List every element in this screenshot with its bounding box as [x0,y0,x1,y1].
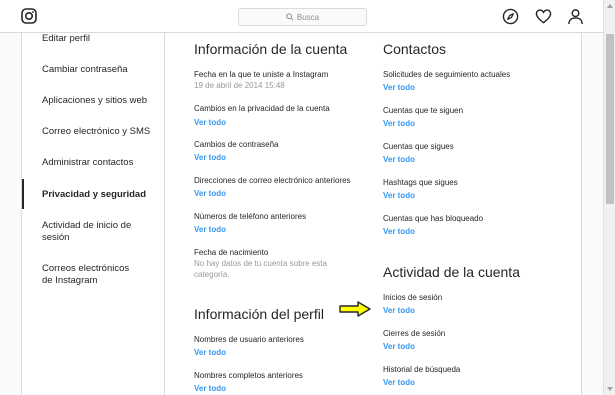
heart-icon[interactable] [535,8,552,25]
following-label: Cuentas que sigues [383,142,454,151]
previous-emails-view-all-link[interactable]: Ver todo [194,189,226,199]
following-view-all-link[interactable]: Ver todo [383,155,415,165]
birthdate-no-data-note-line2: categoría. [194,270,230,279]
yellow-pointer-arrow-icon [339,301,371,317]
top-navigation-bar: Busca [0,0,603,33]
sidebar-item-login-activity[interactable]: Actividad de inicio de sesión [22,220,142,244]
previous-usernames-view-all-link[interactable]: Ver todo [194,348,226,358]
search-input[interactable]: Busca [238,8,367,26]
scroll-down-arrow-icon[interactable] [607,387,613,391]
logins-view-all-link[interactable]: Ver todo [383,306,415,316]
contacts-title: Contactos [383,41,447,57]
logouts-view-all-link[interactable]: Ver todo [383,342,415,352]
followers-view-all-link[interactable]: Ver todo [383,119,415,129]
scrollbar-thumb[interactable] [606,34,614,204]
previous-emails-label: Direcciones de correo electrónico anteri… [194,176,351,185]
sidebar-item-change-password[interactable]: Cambiar contraseña [22,64,164,76]
sidebar-item-apps-websites[interactable]: Aplicaciones y sitios web [22,95,164,107]
search-placeholder: Busca [296,12,320,22]
join-date-value: 19 de abril de 2014 15:48 [194,81,285,90]
profile-icon[interactable] [567,8,584,25]
explore-compass-icon[interactable] [502,8,519,25]
previous-usernames-label: Nombres de usuario anteriores [194,335,304,344]
account-info-title: Información de la cuenta [194,41,348,57]
instagram-logo-icon[interactable] [21,8,37,24]
privacy-changes-view-all-link[interactable]: Ver todo [194,118,226,128]
hashtags-view-all-link[interactable]: Ver todo [383,191,415,201]
search-icon [286,13,294,21]
search-history-view-all-link[interactable]: Ver todo [383,378,415,388]
previous-fullnames-view-all-link[interactable]: Ver todo [194,384,226,394]
privacy-changes-label: Cambios en la privacidad de la cuenta [194,104,330,113]
scroll-up-arrow-icon[interactable] [607,4,613,8]
follow-requests-label: Solicitudes de seguimiento actuales [383,70,511,79]
settings-card: Editar perfil Cambiar contraseña Aplicac… [21,33,582,395]
blocked-accounts-label: Cuentas que has bloqueado [383,214,484,223]
profile-info-title: Información del perfil [194,306,324,322]
previous-phones-label: Números de teléfono anteriores [194,212,307,221]
hashtags-label: Hashtags que sigues [383,178,458,187]
birthdate-label: Fecha de nacimiento [194,248,269,257]
sidebar-item-instagram-emails[interactable]: Correos electrónicos de Instagram [22,263,142,287]
blocked-accounts-view-all-link[interactable]: Ver todo [383,227,415,237]
password-changes-label: Cambios de contraseña [194,140,279,149]
settings-sidebar: Editar perfil Cambiar contraseña Aplicac… [22,33,165,395]
sidebar-item-privacy-security[interactable]: Privacidad y seguridad [22,179,164,209]
sidebar-item-manage-contacts[interactable]: Administrar contactos [22,157,164,169]
data-access-content: Información de la cuenta Fecha en la que… [165,33,582,395]
join-date-label: Fecha en la que te uniste a Instagram [194,70,329,79]
sidebar-item-email-sms[interactable]: Correo electrónico y SMS [22,126,164,138]
birthdate-no-data-note-line1: No hay datos de tu cuenta sobre esta [194,259,327,268]
followers-label: Cuentas que te siguen [383,106,464,115]
sidebar-item-edit-profile[interactable]: Editar perfil [22,33,164,45]
account-activity-title: Actividad de la cuenta [383,264,520,280]
password-changes-view-all-link[interactable]: Ver todo [194,153,226,163]
previous-phones-view-all-link[interactable]: Ver todo [194,225,226,235]
search-history-label: Historial de búsqueda [383,365,461,374]
follow-requests-view-all-link[interactable]: Ver todo [383,83,415,93]
page-scrollbar[interactable] [603,0,615,395]
previous-fullnames-label: Nombres completos anteriores [194,371,303,380]
logouts-label: Cierres de sesión [383,329,446,338]
logins-label: Inicios de sesión [383,293,443,302]
